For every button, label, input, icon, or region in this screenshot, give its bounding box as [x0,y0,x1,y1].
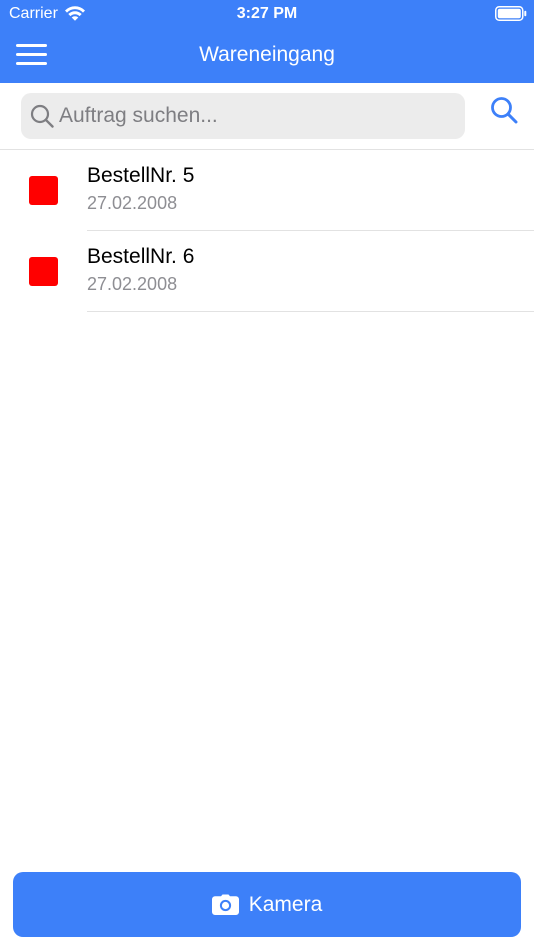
order-list: BestellNr. 5 27.02.2008 BestellNr. 6 27.… [0,150,534,312]
header: Carrier 3:27 PM Wareneingang [0,0,534,83]
status-time: 3:27 PM [236,5,298,22]
status-indicator [29,176,58,205]
navigation-bar: Wareneingang [0,28,534,83]
search-row [0,83,534,150]
camera-button-label: Kamera [248,892,323,916]
list-item[interactable]: BestellNr. 6 27.02.2008 [0,231,534,312]
search-input[interactable] [59,93,455,139]
search-field[interactable] [21,93,465,139]
list-item[interactable]: BestellNr. 5 27.02.2008 [0,150,534,231]
status-bar: Carrier 3:27 PM [0,0,534,28]
search-icon[interactable] [489,95,519,125]
camera-button[interactable]: Kamera [13,872,521,937]
page-title: Wareneingang [199,43,335,66]
order-title: BestellNr. 6 [87,245,195,268]
order-title: BestellNr. 5 [87,164,195,187]
camera-icon [211,894,239,915]
order-date: 27.02.2008 [87,274,178,294]
search-field-icon [30,104,54,128]
app-screen: Carrier 3:27 PM Wareneingang Auftrag suc… [0,0,534,950]
status-indicator [29,257,58,286]
order-date: 27.02.2008 [87,193,178,213]
row-divider [87,311,534,312]
battery-icon [495,6,527,21]
